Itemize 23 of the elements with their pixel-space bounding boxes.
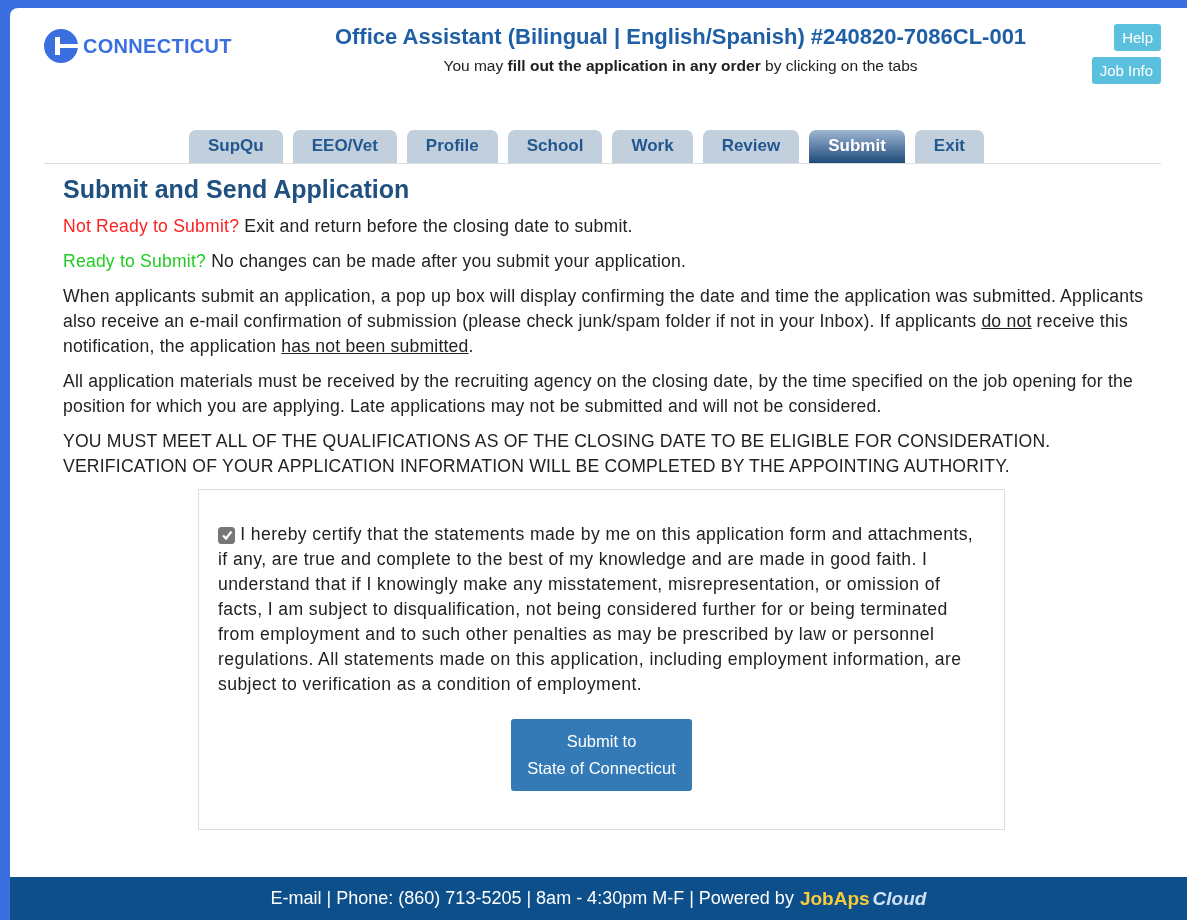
page-heading: Submit and Send Application (63, 175, 411, 204)
logo-icon (44, 29, 78, 63)
tab[interactable]: Submit (809, 130, 905, 163)
checkbox[interactable] (218, 526, 235, 544)
tab[interactable]: Profile (406, 130, 498, 163)
submit-button[interactable]: Submit to State of Connecticut (511, 719, 692, 791)
instruction-text: You may fill out the application in any order by clicking on the tabs (442, 57, 919, 75)
tab[interactable]: Exit (914, 130, 985, 163)
job-title: Office Assistant (Bilingual | English/Spanish) #240820-7086CL-001 (333, 24, 1028, 50)
tab[interactable]: Work (612, 130, 693, 163)
tab[interactable]: EEO/Vet (292, 130, 397, 163)
tab[interactable]: Review (702, 130, 800, 163)
notice-text: Not Ready to Submit? Exit and return before the closing date to submit. (63, 215, 634, 238)
logo-text: CONNECTICUT (83, 34, 232, 58)
footer-logo: JobAps Cloud (799, 887, 927, 910)
tab[interactable]: School (507, 130, 603, 163)
tab[interactable]: SupQu (189, 130, 283, 163)
paragraph: When applicants submit an application, a pop up box will display confirming the date and time the application was submitted. Applicants also receive an e-mail confirmation of submission (please check junk/spam folder if not in your Inbox). If applicants do not receive this notification, the application has not been submitted. (63, 285, 1145, 358)
paragraph: All application materials must be received by the recruiting agency on the closing date, by the time specified on the job opening for the position for which you are applying. Late applications may not be submitted and will not be considered. (63, 370, 1134, 418)
paragraph: YOU MUST MEET ALL OF THE QUALIFICATIONS AS OF THE CLOSING DATE TO BE ELIGIBLE FOR CONSIDERATION. VERIFICATION OF YOUR APPLICATION INFORMATION WILL BE COMPLETED BY THE APPOINTING AUTHORITY. (63, 430, 1052, 478)
footer-contact-text: E-mail | Phone: (860) 713-5205 | 8am - 4:30pm M-F | Powered by (270, 888, 794, 909)
notice-text: Ready to Submit? No changes can be made after you submit your application. (63, 250, 688, 273)
certification-text: I hereby certify that the statements made by me on this application form and attachments, if any, are true and complete to the best of my knowledge and are made in good faith. I understand that if I knowingly make any misstatement, misrepresentation, or omission of facts, I am subject to disqualification, not being considered further for or being terminated from employment and to such other penalties as may be prescribed by law or personnel regulations. All statements made on this application, including employment information, are subject to verification as a condition of employment. (218, 523, 975, 696)
